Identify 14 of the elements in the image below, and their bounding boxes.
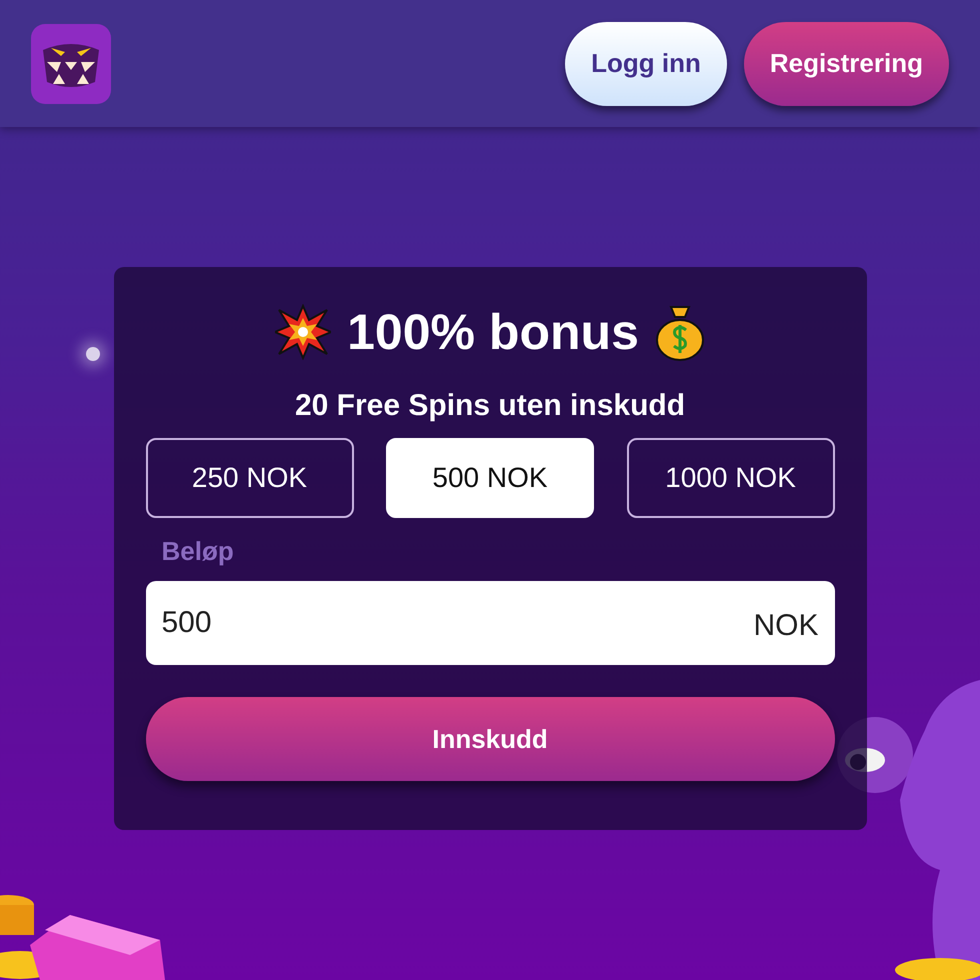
register-button[interactable]: Registrering <box>744 22 949 106</box>
monster-logo-icon[interactable] <box>31 24 111 104</box>
amount-option[interactable]: 1000 NOK <box>626 438 834 518</box>
amount-label: Beløp <box>162 535 234 568</box>
explosion-icon <box>275 304 332 360</box>
amount-option[interactable]: 250 NOK <box>146 438 354 518</box>
deposit-button[interactable]: Innskudd <box>146 697 834 781</box>
bonus-title: 100% bonus <box>347 307 639 357</box>
money-bag-icon <box>654 303 705 361</box>
amount-option[interactable]: 500 NOK <box>386 438 594 518</box>
login-button[interactable]: Logg inn <box>565 22 727 106</box>
currency-label: NOK <box>753 608 818 644</box>
sparkle-icon <box>86 347 100 361</box>
bonus-subtitle: 20 Free Spins uten inskudd <box>294 388 686 424</box>
